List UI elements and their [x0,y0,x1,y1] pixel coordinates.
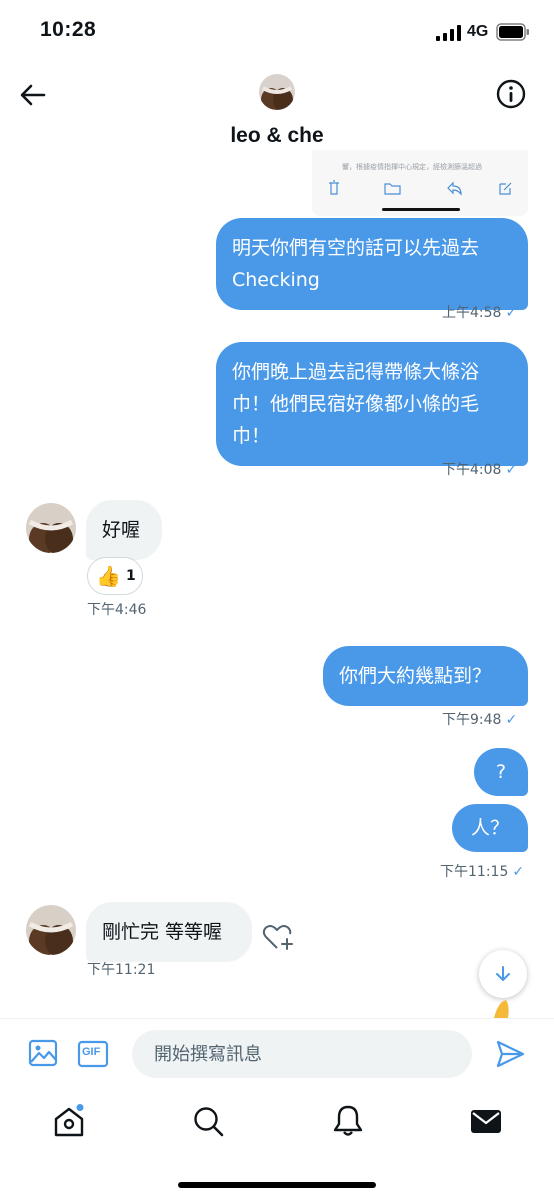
avatar-image [26,905,76,955]
cellular-signal-icon [436,25,461,41]
shared-image-home-bar [382,208,460,211]
message-text-line: Checking [232,269,320,291]
message-time: 下午11:21 [87,962,156,978]
search-icon[interactable] [191,1104,225,1138]
status-bar: 10:28 4G [0,0,554,64]
mail-toolbar-image [329,180,512,196]
message-timestamp: 上午4:58 ✓ [442,302,517,322]
read-check-icon: ✓ [512,864,525,880]
avatar-image [259,74,295,110]
message-timestamp: 下午11:21 [87,959,155,979]
sender-avatar[interactable] [26,905,76,955]
gif-button[interactable]: GIF [77,1039,109,1069]
network-type-label: 4G [467,23,489,40]
reaction-pill[interactable]: 👍 1 [87,557,143,595]
message-time: 下午9:48 [442,712,502,728]
message-bubble-outgoing[interactable]: 人？ [452,804,528,852]
info-icon[interactable] [495,78,527,110]
message-timestamp: 下午4:08 ✓ [442,459,517,479]
thumbs-up-icon: 👍 [96,564,121,588]
message-text-line: 剛忙完 等等喔 [102,921,223,943]
message-bubble-incoming[interactable]: 好喔 [86,500,162,560]
message-bubble-outgoing[interactable]: 明天你們有空的話可以先過去 Checking [216,218,528,310]
status-time: 10:28 [40,18,97,41]
message-input[interactable] [132,1030,472,1078]
message-bubble-incoming[interactable]: 剛忙完 等等喔 [86,902,252,962]
add-reaction-icon[interactable] [262,922,294,952]
home-icon[interactable] [52,1104,86,1138]
reaction-count: 1 [126,568,136,584]
gif-label: GIF [82,1046,101,1058]
message-text-line: 人？ [470,817,509,839]
conversation-title: leo & che [230,124,324,147]
image-icon[interactable] [28,1038,58,1068]
message-time: 上午4:58 [442,305,502,321]
battery-icon [496,23,529,41]
read-check-icon: ✓ [505,712,518,728]
message-text-line: ? [495,761,507,783]
avatar-image [26,503,76,553]
back-arrow-icon[interactable] [18,80,48,110]
shared-image-attachment[interactable]: 響，根據疫情指揮中心規定，經檢測篩溫超過 [312,150,528,216]
messages-icon[interactable] [469,1104,503,1138]
shared-image-text: 響，根據疫情指揮中心規定，經檢測篩溫超過 [342,163,482,171]
message-text-line: 巾！ [232,425,271,447]
message-timestamp: 下午4:46 [87,599,146,619]
message-timestamp: 下午11:15 ✓ [440,861,524,881]
conversation-avatar[interactable] [259,74,295,110]
message-text-line: 好喔 [102,519,141,541]
read-check-icon: ✓ [505,462,518,478]
arrow-down-icon [496,966,510,981]
read-check-icon: ✓ [505,305,518,321]
message-bubble-outgoing[interactable]: 你們晚上過去記得帶條大條浴 巾！他們民宿好像都小條的毛 巾！ [216,342,528,466]
message-bubble-outgoing[interactable]: 你們大約幾點到？ [323,646,528,706]
sender-avatar[interactable] [26,503,76,553]
partial-emoji-icon [488,998,516,1018]
notifications-icon[interactable] [331,1104,365,1138]
message-text-line: 巾！他們民宿好像都小條的毛 [232,393,480,415]
message-bubble-outgoing[interactable]: ? [474,748,528,796]
scroll-to-bottom-button[interactable] [479,950,527,998]
message-timestamp: 下午9:48 ✓ [442,709,517,729]
message-time: 下午4:46 [87,602,147,618]
message-text-line: 明天你們有空的話可以先過去 [232,237,480,259]
message-text-line: 你們晚上過去記得帶條大條浴 [232,361,480,383]
message-text-line: 你們大約幾點到？ [339,665,492,687]
message-time: 下午4:08 [442,462,502,478]
send-icon[interactable] [494,1038,526,1070]
message-time: 下午11:15 [440,864,509,880]
home-indicator [178,1182,376,1188]
